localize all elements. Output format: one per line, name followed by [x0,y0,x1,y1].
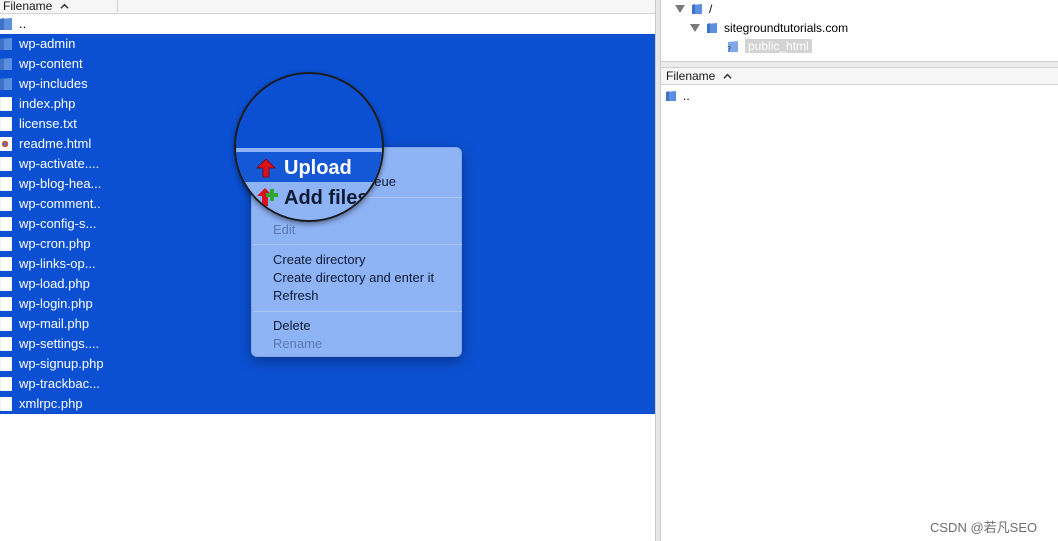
file-name: wp-blog-hea... [19,176,102,191]
file-name: index.php [19,96,76,111]
add-files-icon [257,188,278,206]
sort-ascending-icon [723,73,732,79]
remote-file-list: .. [661,86,1058,541]
upload-arrow-icon [256,158,276,178]
file-row[interactable]: wp-content [0,54,655,74]
tree-node-public-html[interactable]: ? public_html [727,39,812,53]
magnified-upload-label[interactable]: Upload [284,157,352,180]
file-name: wp-signup.php [19,356,104,371]
watermark: CSDN @若凡SEO [930,520,1038,535]
file-row[interactable]: xmlrpc.php [0,394,655,414]
column-divider[interactable] [117,0,118,12]
file-name: license.txt [19,116,77,131]
tree-root-label: / [709,2,713,16]
remote-column-header[interactable]: Filename [661,68,1058,85]
menu-item-refresh[interactable]: Refresh [273,288,319,303]
folder-icon [666,91,676,101]
file-name: wp-mail.php [19,316,90,331]
magnifier-lens: Upload Add files [234,72,384,222]
menu-item-edit[interactable]: Edit [273,222,295,237]
menu-item-create-directory[interactable]: Create directory [273,252,365,267]
magnified-add-files-label[interactable]: Add files [284,187,368,210]
local-column-header[interactable]: Filename [0,0,655,14]
menu-item-delete[interactable]: Delete [273,318,311,333]
sort-ascending-icon [60,3,69,9]
tree-site-label: sitegroundtutorials.com [724,21,849,35]
file-name: wp-cron.php [19,236,91,251]
folder-icon [707,23,717,33]
file-name: wp-config-s... [19,216,97,231]
expand-triangle-icon[interactable] [690,24,700,32]
file-name: wp-activate.... [19,156,100,171]
local-filename-header-label: Filename [3,0,53,13]
tree-selected-label: public_html [745,39,812,53]
file-name: wp-content [19,56,83,71]
file-name: readme.html [19,136,92,151]
local-filename-header[interactable]: Filename [3,0,69,13]
file-name: wp-settings.... [19,336,100,351]
remote-filename-header[interactable]: Filename [666,69,732,83]
expand-triangle-icon[interactable] [675,5,685,13]
file-name: xmlrpc.php [19,396,83,411]
tree-node-root[interactable]: / [675,2,712,16]
remote-parent-label: .. [683,89,690,103]
file-name: wp-load.php [19,276,90,291]
menu-separator [253,244,462,245]
remote-directory-tree: / sitegroundtutorials.com ? public_html [661,0,1058,62]
remote-filename-header-label: Filename [666,69,716,83]
file-row[interactable]: wp-signup.php [0,354,655,374]
svg-text:?: ? [727,45,731,53]
file-row[interactable]: wp-trackbac... [0,374,655,394]
menu-item-create-directory-enter[interactable]: Create directory and enter it [273,270,434,285]
file-row[interactable]: wp-admin [0,34,655,54]
file-name: wp-comment.. [19,196,101,211]
file-name: .. [19,16,27,31]
menu-separator [253,311,462,312]
file-name: wp-trackbac... [19,376,100,391]
folder-with-question-icon: ? [727,41,738,53]
file-name: wp-login.php [19,296,93,311]
file-name: wp-includes [19,76,88,91]
tree-node-site[interactable]: sitegroundtutorials.com [690,21,848,35]
remote-parent-row[interactable]: .. [665,89,690,103]
parent-directory-row[interactable]: .. [0,14,655,34]
menu-item-rename[interactable]: Rename [273,336,322,351]
folder-icon [692,4,702,14]
file-name: wp-links-op... [19,256,96,271]
file-name: wp-admin [19,36,76,51]
